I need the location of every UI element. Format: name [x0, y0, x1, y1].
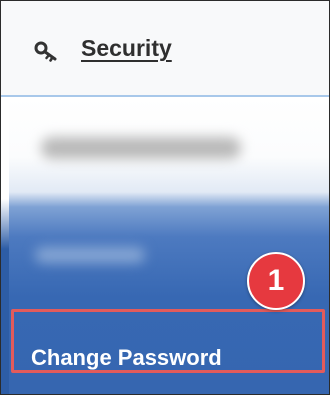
menu-left-edge	[1, 99, 9, 394]
screenshot-frame: Security Change Password 1	[0, 0, 330, 395]
step-badge: 1	[247, 252, 305, 310]
key-icon	[34, 40, 58, 62]
blurred-menu-item	[35, 247, 145, 263]
security-link[interactable]: Security	[81, 35, 172, 62]
section-header: Security	[1, 1, 329, 97]
change-password-menu-item[interactable]: Change Password	[31, 345, 222, 371]
blurred-menu-item	[41, 137, 241, 159]
